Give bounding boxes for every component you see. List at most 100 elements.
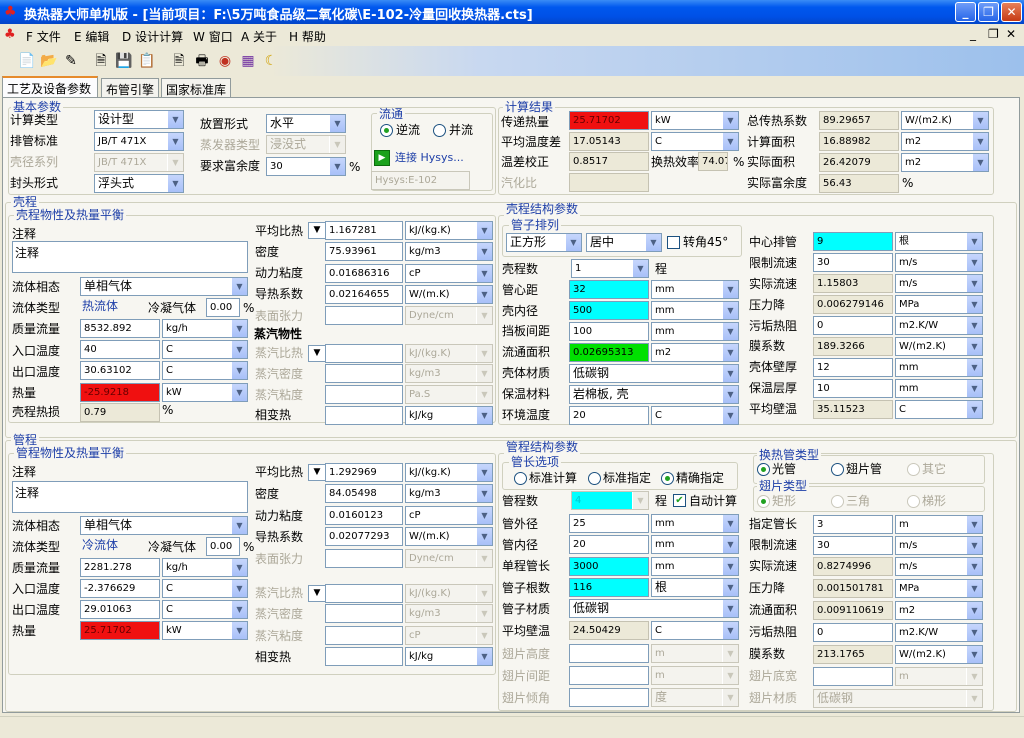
shell-vrho-field[interactable] bbox=[325, 364, 403, 383]
k-unit-select[interactable]: W/(m2.K) ▼ bbox=[901, 111, 989, 130]
menu-file[interactable]: F 文件 bbox=[26, 28, 61, 45]
std-spec-radio[interactable] bbox=[588, 472, 601, 485]
ins-select[interactable]: 岩棉板, 壳 ▼ bbox=[569, 385, 739, 404]
new-icon[interactable]: 📄 bbox=[18, 52, 36, 70]
position-select[interactable]: 居中 ▼ bbox=[586, 233, 662, 252]
od-field[interactable]: 25 bbox=[569, 514, 649, 533]
shell-tw-unit[interactable]: C ▼ bbox=[895, 400, 983, 419]
slen-unit[interactable]: m ▼ bbox=[895, 515, 983, 534]
tube-tout-field[interactable]: 29.01063 bbox=[80, 600, 160, 619]
shell-rho-unit[interactable]: kg/m3 ▼ bbox=[405, 242, 493, 261]
shell-latent-field[interactable] bbox=[325, 406, 403, 425]
std-calc-radio[interactable] bbox=[514, 472, 527, 485]
tube-film-unit[interactable]: W/(m2.K) ▼ bbox=[895, 645, 983, 664]
rotate-checkbox[interactable] bbox=[667, 236, 680, 249]
shell-vlim-unit[interactable]: m/s ▼ bbox=[895, 253, 983, 272]
mdi-minimize-icon[interactable]: _ bbox=[970, 27, 976, 41]
tube-foul-field[interactable]: 0 bbox=[813, 623, 893, 642]
shell-cond-field[interactable]: 0.00 bbox=[206, 298, 240, 317]
od-unit[interactable]: mm ▼ bbox=[651, 514, 739, 533]
tube-cp-button[interactable]: ▼ bbox=[308, 464, 326, 481]
arrangement-select[interactable]: 正方形 ▼ bbox=[506, 233, 582, 252]
amb-field[interactable]: 20 bbox=[569, 406, 649, 425]
shell-farea-unit[interactable]: m2 ▼ bbox=[651, 343, 739, 362]
print-icon[interactable]: 🖶 bbox=[193, 52, 211, 70]
menu-window[interactable]: W 窗口 bbox=[193, 28, 233, 45]
tube-tin-unit[interactable]: C ▼ bbox=[162, 579, 248, 598]
shell-mu-unit[interactable]: cP ▼ bbox=[405, 264, 493, 283]
lmtd-unit-select[interactable]: C ▼ bbox=[651, 132, 739, 151]
head-select[interactable]: 浮头式 ▼ bbox=[94, 174, 184, 193]
clipboard-icon[interactable]: 📋 bbox=[138, 52, 156, 70]
tube-farea-unit[interactable]: m2 ▼ bbox=[895, 601, 983, 620]
shell-heat-unit[interactable]: kW ▼ bbox=[162, 383, 248, 402]
moon-icon[interactable]: ☾ bbox=[262, 52, 280, 70]
place-select[interactable]: 水平 ▼ bbox=[266, 114, 346, 133]
shell-mat-select[interactable]: 低碳钢 ▼ bbox=[569, 364, 739, 383]
shell-foul-field[interactable]: 0 bbox=[813, 316, 893, 335]
shell-rho-field[interactable]: 75.93961 bbox=[325, 242, 403, 261]
tube-heat-unit[interactable]: kW ▼ bbox=[162, 621, 248, 640]
baffle-field[interactable]: 100 bbox=[569, 322, 649, 341]
tube-rho-unit[interactable]: kg/m3 ▼ bbox=[405, 484, 493, 503]
fin-angle-field[interactable] bbox=[569, 688, 649, 707]
tube-latent-field[interactable] bbox=[325, 647, 403, 666]
tube-lam-unit[interactable]: W/(m.K) ▼ bbox=[405, 527, 493, 546]
shell-wall-unit[interactable]: mm ▼ bbox=[895, 358, 983, 377]
export-icon[interactable]: 🗎 bbox=[92, 52, 110, 70]
menu-design[interactable]: D 设计计算 bbox=[122, 28, 183, 45]
slen-field[interactable]: 3 bbox=[813, 515, 893, 534]
fin-pitch-field[interactable] bbox=[569, 666, 649, 685]
margin-select[interactable]: 30 ▼ bbox=[266, 157, 346, 176]
tube-vlim-field[interactable]: 30 bbox=[813, 536, 893, 555]
pitch-unit[interactable]: mm ▼ bbox=[651, 280, 739, 299]
menu-about[interactable]: A 关于 bbox=[241, 28, 277, 45]
target-icon[interactable]: ◉ bbox=[216, 52, 234, 70]
counter-flow-radio[interactable] bbox=[380, 124, 393, 137]
idt-unit[interactable]: mm ▼ bbox=[651, 535, 739, 554]
shell-st-field[interactable] bbox=[325, 306, 403, 325]
insth-field[interactable]: 10 bbox=[813, 379, 893, 398]
mdi-close-icon[interactable]: ✕ bbox=[1006, 27, 1016, 41]
shell-vact-unit[interactable]: m/s ▼ bbox=[895, 274, 983, 293]
tube-vlim-unit[interactable]: m/s ▼ bbox=[895, 536, 983, 555]
shell-vcp-field[interactable] bbox=[325, 344, 403, 363]
shell-phase-select[interactable]: 单相气体 ▼ bbox=[80, 277, 248, 296]
count-unit[interactable]: 根 ▼ bbox=[651, 578, 739, 597]
edit-icon[interactable]: ✎ bbox=[62, 52, 80, 70]
shell-id-unit[interactable]: mm ▼ bbox=[651, 301, 739, 320]
shell-mu-field[interactable]: 0.01686316 bbox=[325, 264, 403, 283]
area-unit-select[interactable]: m2 ▼ bbox=[901, 132, 989, 151]
tube-vcp-button[interactable]: ▼ bbox=[308, 585, 326, 602]
minimize-icon[interactable]: _ bbox=[955, 2, 976, 22]
shell-foul-unit[interactable]: m2.K/W ▼ bbox=[895, 316, 983, 335]
open-icon[interactable]: 📂 bbox=[40, 52, 58, 70]
close-icon[interactable]: ✕ bbox=[1001, 2, 1022, 22]
tube-mu-unit[interactable]: cP ▼ bbox=[405, 506, 493, 525]
tube-vrho-field[interactable] bbox=[325, 604, 403, 623]
fin-width-field[interactable] bbox=[813, 667, 893, 686]
tube-tout-unit[interactable]: C ▼ bbox=[162, 600, 248, 619]
shell-mflow-unit[interactable]: kg/h ▼ bbox=[162, 319, 248, 338]
tube-tin-field[interactable]: -2.376629 bbox=[80, 579, 160, 598]
parallel-flow-radio[interactable] bbox=[433, 124, 446, 137]
shell-tin-unit[interactable]: C ▼ bbox=[162, 340, 248, 359]
shell-note-field[interactable]: 注释 bbox=[12, 241, 248, 273]
shell-cp-field[interactable]: 1.167281 bbox=[325, 221, 403, 240]
shell-film-unit[interactable]: W/(m2.K) ▼ bbox=[895, 337, 983, 356]
mdi-restore-icon[interactable]: ❐ bbox=[988, 27, 999, 41]
tube-lam-field[interactable]: 0.02077293 bbox=[325, 527, 403, 546]
len-field[interactable]: 3000 bbox=[569, 557, 649, 576]
shell-latent-unit[interactable]: kJ/kg ▼ bbox=[405, 406, 493, 425]
tube-cp-field[interactable]: 1.292969 bbox=[325, 463, 403, 482]
len-unit[interactable]: mm ▼ bbox=[651, 557, 739, 576]
tab-standards[interactable]: 国家标准库 bbox=[161, 78, 231, 98]
amb-unit[interactable]: C ▼ bbox=[651, 406, 739, 425]
calc-type-select[interactable]: 设计型 ▼ bbox=[94, 110, 184, 129]
shell-tout-unit[interactable]: C ▼ bbox=[162, 361, 248, 380]
shell-lam-unit[interactable]: W/(m.K) ▼ bbox=[405, 285, 493, 304]
pitch-field[interactable]: 32 bbox=[569, 280, 649, 299]
center-field[interactable]: 9 bbox=[813, 232, 893, 251]
preview-icon[interactable]: 🖹 bbox=[170, 52, 188, 70]
shell-cp-button[interactable]: ▼ bbox=[308, 222, 326, 239]
